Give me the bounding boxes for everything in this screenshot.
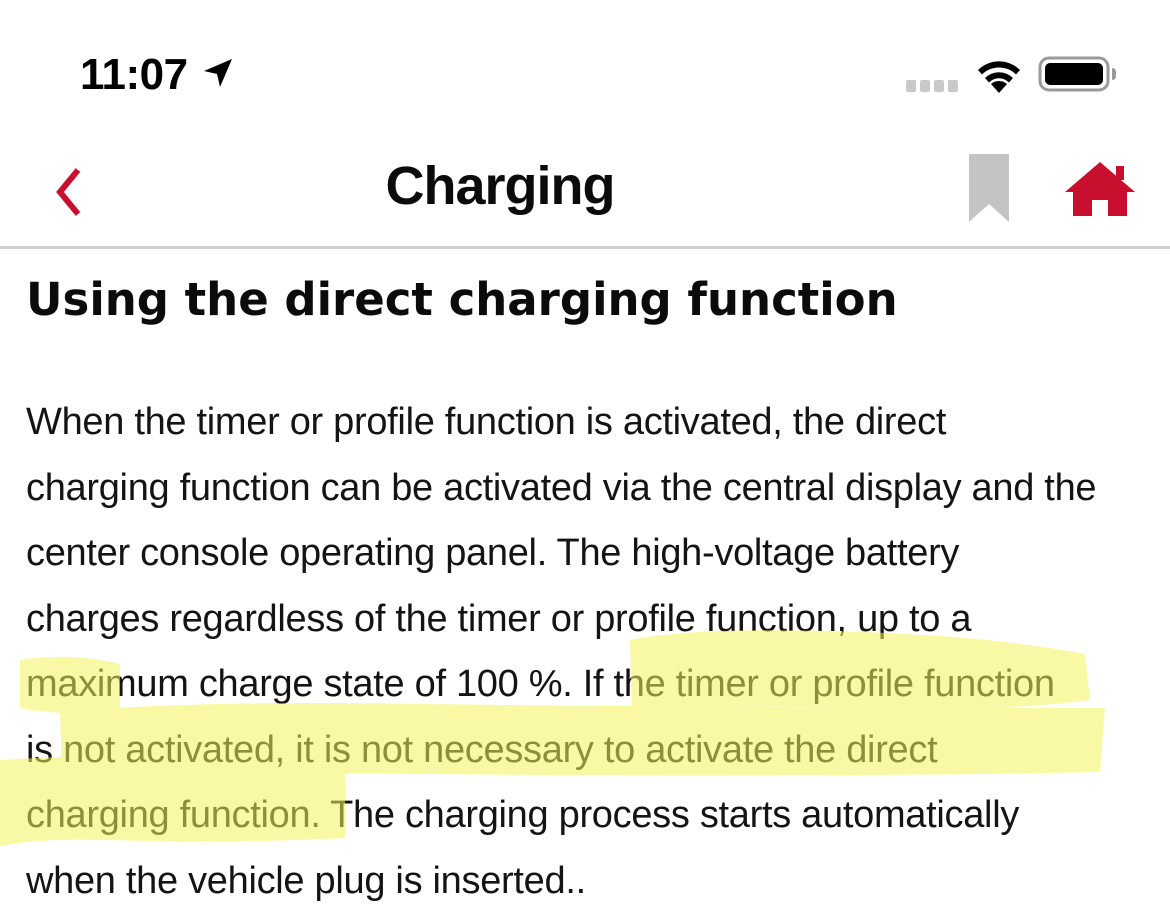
home-icon	[1065, 162, 1135, 216]
location-arrow-icon	[204, 59, 232, 87]
article-content: Using the direct charging function When …	[26, 268, 1156, 914]
bookmark-button[interactable]	[966, 152, 1012, 224]
body-line: charges regardless of the timer or profi…	[26, 597, 972, 640]
body-line: charging function. The charging process …	[26, 794, 1020, 836]
wifi-icon	[978, 61, 1020, 93]
battery-icon	[1038, 56, 1116, 92]
nav-bar: Charging	[0, 130, 1170, 249]
body-line: charging function can be activated via t…	[26, 466, 1097, 509]
status-time: 11:07	[80, 50, 188, 99]
status-bar: 11:07	[0, 0, 1170, 130]
cellular-signal-icon	[906, 80, 958, 92]
body-line: maximum charge state of 100 %. If the ti…	[26, 663, 1055, 705]
page-title: Charging	[385, 156, 616, 216]
bookmark-icon	[969, 154, 1009, 222]
section-heading: Using the direct charging function	[26, 273, 898, 326]
body-line: is not activated, it is not necessary to…	[26, 728, 938, 771]
article-body: When the timer or profile function is ac…	[26, 390, 1156, 914]
home-button[interactable]	[1062, 158, 1138, 218]
body-line: when the vehicle plug is inserted..	[26, 859, 586, 902]
body-line: When the timer or profile function is ac…	[26, 401, 947, 443]
body-line: center console operating panel. The high…	[26, 532, 960, 574]
